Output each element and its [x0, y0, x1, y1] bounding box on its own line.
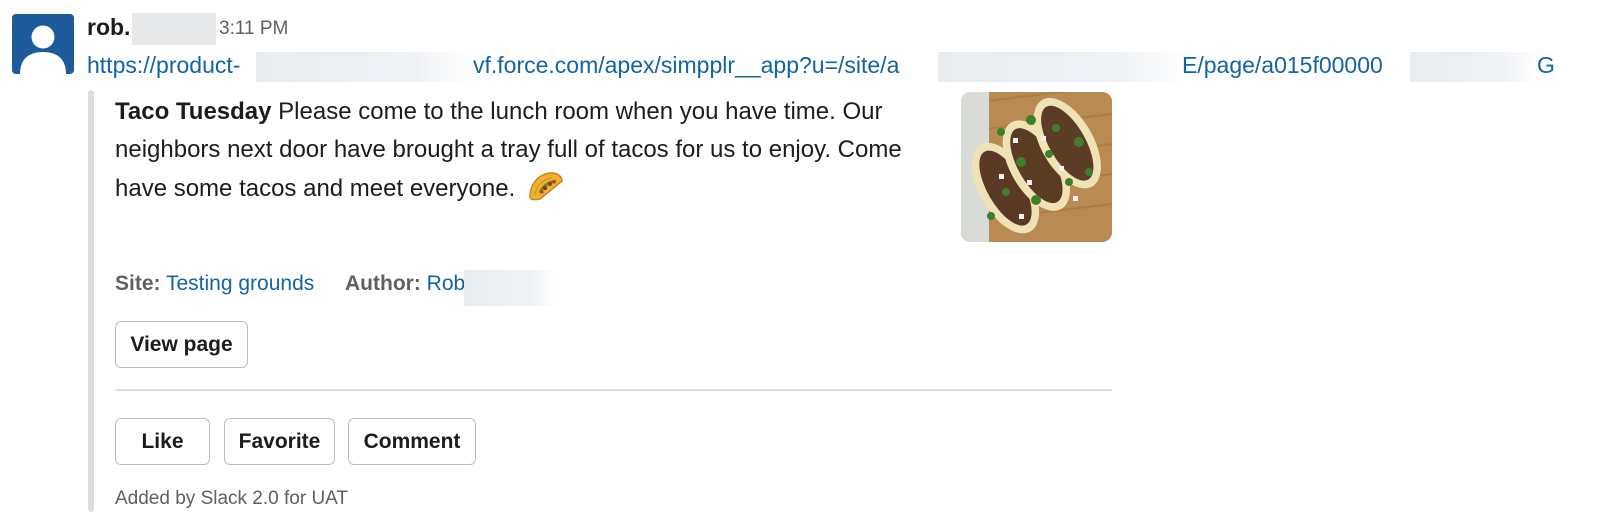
redacted-username	[132, 13, 216, 45]
attachment-thumbnail[interactable]	[961, 92, 1112, 242]
redacted-author-name	[464, 270, 556, 306]
site-link[interactable]: Testing grounds	[166, 272, 314, 295]
redacted-link-segment	[1410, 52, 1538, 82]
attachment-body: Taco Tuesday Please come to the lunch ro…	[115, 93, 935, 208]
author-label: Author:	[345, 272, 421, 295]
view-page-button[interactable]: View page	[115, 321, 248, 368]
author-link[interactable]: Rob	[427, 272, 466, 295]
taco-emoji-icon	[526, 169, 564, 201]
taco-photo-image	[961, 92, 1112, 242]
attachment-divider	[115, 389, 1112, 391]
message-link[interactable]: vf.force.com/apex/simpplr__app?u=/site/a	[473, 50, 899, 80]
like-button[interactable]: Like	[115, 418, 210, 465]
attachment-author: Author: Rob	[345, 268, 465, 300]
timestamp[interactable]: 3:11 PM	[219, 16, 288, 42]
redacted-link-segment	[256, 52, 474, 82]
attachment-footer: Added by Slack 2.0 for UAT	[115, 488, 349, 509]
site-label: Site:	[115, 272, 161, 295]
username[interactable]: rob.	[87, 12, 130, 42]
redacted-link-segment	[938, 52, 1190, 82]
attachment-quote-bar	[88, 90, 94, 512]
message-link[interactable]: G	[1537, 50, 1555, 80]
comment-button[interactable]: Comment	[348, 418, 476, 465]
attachment-title[interactable]: Taco Tuesday	[115, 98, 272, 125]
message-link[interactable]: https://product-	[87, 50, 240, 80]
avatar[interactable]	[12, 14, 74, 74]
favorite-button[interactable]: Favorite	[224, 418, 335, 465]
user-silhouette-icon	[20, 25, 66, 74]
attachment-site: Site: Testing grounds	[115, 268, 314, 300]
link-text-segment: a	[886, 52, 900, 78]
message-link[interactable]: E/page/a015f00000	[1182, 50, 1383, 80]
link-text-segment: vf.force.com/apex/simpplr__app?u=/site/	[473, 52, 887, 78]
